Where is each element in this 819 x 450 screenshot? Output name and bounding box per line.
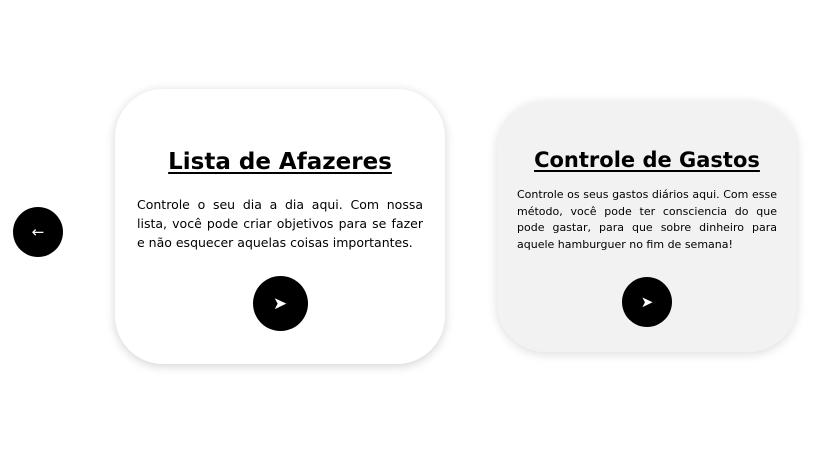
card-controle-de-gastos: Controle de Gastos Controle os seus gast… — [497, 101, 797, 352]
card-title: Lista de Afazeres — [168, 149, 392, 175]
card-title: Controle de Gastos — [534, 148, 760, 172]
card-lista-de-afazeres: Lista de Afazeres Controle o seu dia a d… — [115, 89, 445, 364]
back-arrow-button[interactable]: ← — [13, 207, 63, 257]
arrow-right-icon: ➤ — [640, 293, 654, 311]
open-gastos-button[interactable]: ➤ — [622, 277, 672, 327]
card-description: Controle os seus gastos diários aqui. Co… — [517, 188, 777, 251]
page: ← Lista de Afazeres Controle o seu dia a… — [0, 0, 819, 450]
arrow-right-icon: ➤ — [272, 293, 288, 314]
arrow-left-icon: ← — [31, 223, 45, 241]
card-description: Controle o seu dia a dia aqui. Com nossa… — [137, 197, 423, 250]
open-lista-button[interactable]: ➤ — [252, 276, 308, 331]
